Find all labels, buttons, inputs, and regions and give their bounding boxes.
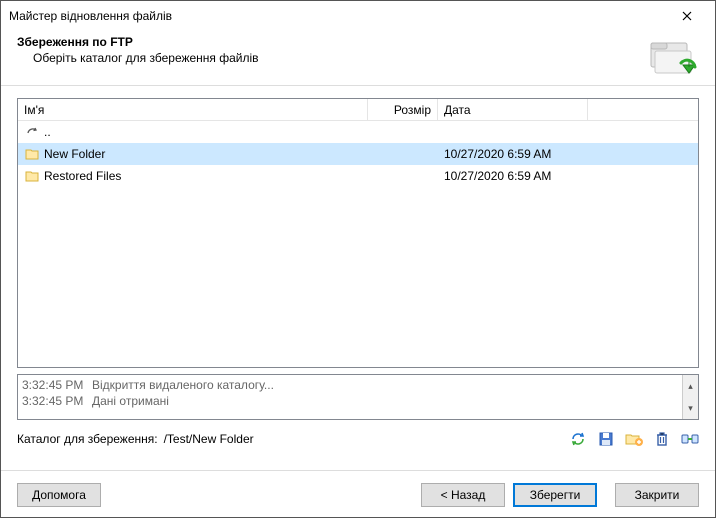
up-label: .. — [42, 125, 368, 139]
new-folder-button[interactable] — [625, 430, 643, 448]
refresh-button[interactable] — [569, 430, 587, 448]
item-name: Restored Files — [42, 169, 368, 183]
toolbar — [569, 430, 699, 448]
window-title: Майстер відновлення файлів — [9, 9, 667, 23]
item-date: 10/27/2020 6:59 AM — [438, 147, 588, 161]
up-icon — [22, 125, 42, 139]
connection-button[interactable] — [681, 430, 699, 448]
item-date: 10/27/2020 6:59 AM — [438, 169, 588, 183]
close-button[interactable]: Закрити — [615, 483, 699, 507]
footer: Допомога < Назад Зберегти Закрити — [1, 471, 715, 521]
file-list-body[interactable]: .. New Folder 10/27/2020 6:59 AM Restore… — [18, 121, 698, 367]
close-icon — [682, 11, 692, 21]
save-icon — [598, 431, 614, 447]
path-row: Каталог для збереження: /Test/New Folder — [17, 430, 699, 448]
save-button[interactable]: Зберегти — [513, 483, 597, 507]
column-date[interactable]: Дата — [438, 99, 588, 120]
log-line: 3:32:45 PMВідкриття видаленого каталогу.… — [22, 377, 678, 393]
item-name: New Folder — [42, 147, 368, 161]
log-scrollbar[interactable]: ▴ ▾ — [682, 375, 698, 419]
refresh-icon — [570, 431, 586, 447]
log-panel: 3:32:45 PMВідкриття видаленого каталогу.… — [17, 374, 699, 420]
close-window-button[interactable] — [667, 2, 707, 30]
save-path-label: Каталог для збереження: — [17, 432, 158, 446]
wizard-header: Збереження по FTP Оберіть каталог для зб… — [1, 31, 715, 85]
connection-icon — [681, 432, 699, 446]
back-button[interactable]: < Назад — [421, 483, 505, 507]
header-folder-icon — [645, 35, 699, 79]
scroll-up-icon[interactable]: ▴ — [683, 375, 698, 397]
scroll-down-icon[interactable]: ▾ — [683, 397, 698, 419]
page-title: Збереження по FTP — [17, 35, 645, 49]
folder-icon — [22, 148, 42, 160]
help-button[interactable]: Допомога — [17, 483, 101, 507]
folder-icon — [22, 170, 42, 182]
new-folder-icon — [625, 431, 643, 447]
column-name[interactable]: Ім'я — [18, 99, 368, 120]
file-list-header: Ім'я Розмір Дата — [18, 99, 698, 121]
trash-icon — [655, 431, 669, 447]
log-line: 3:32:45 PMДані отримані — [22, 393, 678, 409]
file-list: Ім'я Розмір Дата .. New Folder 10/27/202… — [17, 98, 699, 368]
column-spacer — [588, 99, 698, 120]
page-subtitle: Оберіть каталог для збереження файлів — [17, 51, 645, 65]
save-path-value: /Test/New Folder — [164, 432, 254, 446]
titlebar: Майстер відновлення файлів — [1, 1, 715, 31]
up-row[interactable]: .. — [18, 121, 698, 143]
log-lines: 3:32:45 PMВідкриття видаленого каталогу.… — [18, 375, 682, 419]
save-icon-button[interactable] — [597, 430, 615, 448]
list-item[interactable]: Restored Files 10/27/2020 6:59 AM — [18, 165, 698, 187]
column-size[interactable]: Розмір — [368, 99, 438, 120]
list-item[interactable]: New Folder 10/27/2020 6:59 AM — [18, 143, 698, 165]
delete-button[interactable] — [653, 430, 671, 448]
